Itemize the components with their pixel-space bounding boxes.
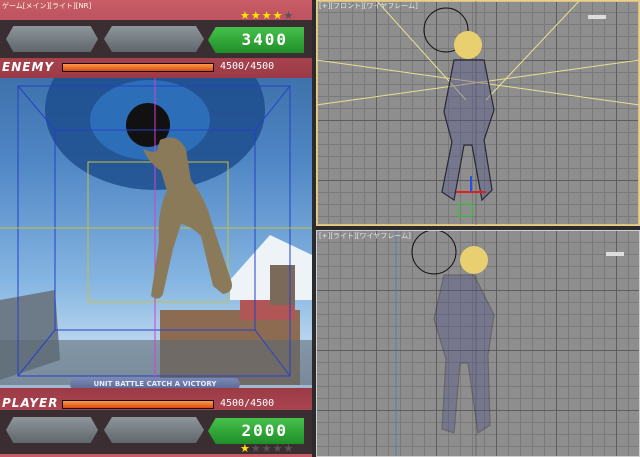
top-slot-2[interactable] <box>104 26 204 52</box>
top-score: 3400 <box>208 27 304 53</box>
top-stars: ★★★★★ <box>240 9 294 22</box>
pivot-box <box>457 203 473 217</box>
star-empty-icon: ★ <box>261 442 273 455</box>
racket-wire-side <box>411 230 457 275</box>
star-filled-icon: ★ <box>250 9 262 22</box>
top-hud: 3400 ★★★★★ ENEMY 4500/4500 <box>0 0 312 78</box>
right-viewport-label[interactable]: [+][ライト][ワイヤフレーム] <box>319 231 411 241</box>
player-hp-bar <box>62 400 214 409</box>
enemy-hp-value: 4500/4500 <box>220 61 275 72</box>
bottom-stars: ★★★★★ <box>240 442 294 455</box>
body-wire-side <box>433 274 495 435</box>
front-wireframe <box>316 0 640 226</box>
viewcube-icon <box>588 15 606 19</box>
star-empty-icon: ★ <box>272 442 284 455</box>
player-hp-value: 4500/4500 <box>220 398 275 409</box>
star-filled-icon: ★ <box>261 9 273 22</box>
enemy-hp-bar <box>62 63 214 72</box>
head-wire <box>454 31 482 59</box>
bottom-slot-2[interactable] <box>104 417 204 443</box>
right-wireframe <box>395 230 624 457</box>
game-viewport[interactable]: 3400 ★★★★★ ENEMY 4500/4500 ゲーム[メイン][ライト]… <box>0 0 312 457</box>
enemy-label: ENEMY <box>2 60 55 74</box>
bottom-hud: PLAYER 4500/4500 2000 ★★★★★ <box>0 388 312 457</box>
tower <box>270 265 295 305</box>
star-filled-icon: ★ <box>240 442 251 455</box>
right-viewport[interactable]: [+][ライト][ワイヤフレーム] <box>316 230 640 457</box>
star-empty-icon: ★ <box>283 442 295 455</box>
star-filled-icon: ★ <box>272 9 284 22</box>
top-slot-1[interactable] <box>6 26 98 52</box>
star-filled-icon: ★ <box>240 9 251 22</box>
enemy-hp-fill <box>63 64 213 71</box>
star-empty-icon: ★ <box>283 9 295 22</box>
head-wire-side <box>460 246 488 274</box>
star-empty-icon: ★ <box>250 442 262 455</box>
player-label: PLAYER <box>2 396 59 410</box>
game-viewport-label[interactable]: ゲーム[メイン][ライト][NR] <box>2 1 91 11</box>
front-viewport-label[interactable]: [+][フロント][ワイヤフレーム] <box>319 1 418 11</box>
viewcube-icon-side <box>606 252 624 256</box>
bottom-slot-1[interactable] <box>6 417 98 443</box>
player-hp-fill <box>63 401 213 408</box>
bottom-score: 2000 <box>208 418 304 444</box>
front-viewport[interactable]: [+][フロント][ワイヤフレーム] <box>316 0 640 226</box>
